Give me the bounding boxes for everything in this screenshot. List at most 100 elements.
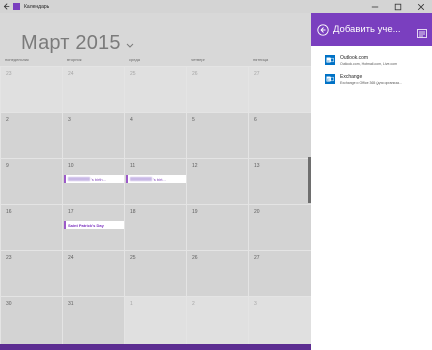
day-cell[interactable]: 9 xyxy=(0,158,62,204)
maximize-icon xyxy=(394,3,401,10)
day-number: 13 xyxy=(254,163,260,169)
day-number: 1 xyxy=(130,301,133,307)
blurred-contact-name xyxy=(68,177,90,181)
day-number: 24 xyxy=(68,71,74,77)
day-cell[interactable]: 3 xyxy=(248,296,311,344)
day-name: понедельник xyxy=(5,57,29,62)
day-cell[interactable]: 25 xyxy=(124,250,186,296)
back-button[interactable] xyxy=(317,23,329,36)
day-cell[interactable]: 17 Saint Patrick's Day xyxy=(62,204,124,250)
calendar-grid: 23 24 25 26 27 2 3 4 5 6 9 10 's birth..… xyxy=(0,66,311,344)
day-number: 16 xyxy=(6,209,12,215)
panel-header: Добавить уче... xyxy=(311,13,432,46)
close-icon xyxy=(417,3,424,10)
holiday-event[interactable]: Saint Patrick's Day xyxy=(64,221,124,229)
back-arrow-icon[interactable] xyxy=(1,2,11,12)
day-cell[interactable]: 30 xyxy=(0,296,62,344)
day-number: 27 xyxy=(254,255,260,261)
panel-title: Добавить уче... xyxy=(333,24,401,35)
day-number: 10 xyxy=(68,163,74,169)
day-cell[interactable]: 16 xyxy=(0,204,62,250)
minimize-icon xyxy=(371,6,378,7)
account-description: Outlook.com, Hotmail.com, Live.com xyxy=(340,62,397,66)
day-cell[interactable]: 2 xyxy=(0,112,62,158)
day-number: 31 xyxy=(68,301,74,307)
close-button[interactable] xyxy=(409,0,432,13)
settings-icon[interactable] xyxy=(417,25,427,38)
day-number: 24 xyxy=(68,255,74,261)
minimize-button[interactable] xyxy=(363,0,386,13)
day-cell[interactable]: 5 xyxy=(186,112,248,158)
day-cell[interactable]: 4 xyxy=(124,112,186,158)
window-title: Календарь xyxy=(24,3,50,10)
day-cell[interactable]: 23 xyxy=(0,250,62,296)
exchange-icon: E xyxy=(325,74,335,84)
birthday-event[interactable]: 's birt... xyxy=(126,175,186,183)
day-cell[interactable]: 11 's birt... xyxy=(124,158,186,204)
day-cell[interactable]: 2 xyxy=(186,296,248,344)
event-label: 's birt... xyxy=(153,176,166,182)
blurred-contact-name xyxy=(130,177,152,181)
day-name: среда xyxy=(129,57,140,62)
account-option-outlook[interactable]: o Outlook.com Outlook.com, Hotmail.com, … xyxy=(325,55,426,66)
day-cell[interactable]: 24 xyxy=(62,66,124,112)
day-number: 2 xyxy=(6,117,9,123)
maximize-button[interactable] xyxy=(386,0,409,13)
day-name: вторник xyxy=(67,57,82,62)
month-title: Март 2015 xyxy=(21,32,121,54)
day-number: 26 xyxy=(192,71,198,77)
day-cell[interactable]: 23 xyxy=(0,66,62,112)
day-number: 23 xyxy=(6,255,12,261)
day-number: 9 xyxy=(6,163,9,169)
day-number: 17 xyxy=(68,209,74,215)
day-number: 25 xyxy=(130,71,136,77)
day-name: четверг xyxy=(191,57,205,62)
day-number: 19 xyxy=(192,209,198,215)
day-cell[interactable]: 27 xyxy=(248,66,311,112)
day-number: 5 xyxy=(192,117,195,123)
outlook-icon: o xyxy=(325,55,335,65)
day-cell[interactable]: 24 xyxy=(62,250,124,296)
account-name: Outlook.com xyxy=(340,55,369,61)
account-name: Exchange xyxy=(340,74,363,80)
add-account-panel: Добавить уче... o Outlook.com Outlook.co… xyxy=(311,13,432,350)
day-name: пятница xyxy=(253,57,269,62)
window-titlebar: Календарь xyxy=(0,0,432,13)
birthday-event[interactable]: 's birth... xyxy=(64,175,124,183)
day-number: 2 xyxy=(192,301,195,307)
day-cell[interactable]: 31 xyxy=(62,296,124,344)
day-cell[interactable]: 1 xyxy=(124,296,186,344)
day-cell[interactable]: 20 xyxy=(248,204,311,250)
day-number: 4 xyxy=(130,117,133,123)
day-number: 6 xyxy=(254,117,257,123)
month-selector[interactable]: Март 2015 xyxy=(21,32,134,55)
account-description: Exchange и Office 365 (для организа... xyxy=(340,81,402,85)
day-cell[interactable]: 19 xyxy=(186,204,248,250)
day-cell[interactable]: 3 xyxy=(62,112,124,158)
day-number: 30 xyxy=(6,301,12,307)
svg-text:E: E xyxy=(327,77,330,82)
day-cell[interactable]: 13 xyxy=(248,158,311,204)
day-number: 26 xyxy=(192,255,198,261)
day-number: 3 xyxy=(254,301,257,307)
day-number: 20 xyxy=(254,209,260,215)
day-number: 11 xyxy=(130,163,136,169)
day-number: 18 xyxy=(130,209,136,215)
day-cell[interactable]: 25 xyxy=(124,66,186,112)
day-cell[interactable]: 26 xyxy=(186,250,248,296)
day-cell[interactable]: 26 xyxy=(186,66,248,112)
day-cell[interactable]: 12 xyxy=(186,158,248,204)
back-circle-icon xyxy=(317,23,329,36)
day-number: 27 xyxy=(254,71,260,77)
calendar-view: Март 2015 понедельник вторник среда четв… xyxy=(0,13,311,344)
event-label: 's birth... xyxy=(91,176,106,182)
day-number: 12 xyxy=(192,163,198,169)
event-label: Saint Patrick's Day xyxy=(68,222,104,228)
account-option-exchange[interactable]: E Exchange Exchange и Office 365 (для ор… xyxy=(325,74,426,85)
day-cell[interactable]: 10 's birth... xyxy=(62,158,124,204)
day-cell[interactable]: 6 xyxy=(248,112,311,158)
bottom-accent-bar xyxy=(0,344,311,350)
day-cell[interactable]: 18 xyxy=(124,204,186,250)
calendar-app-icon xyxy=(13,3,20,10)
day-cell[interactable]: 27 xyxy=(248,250,311,296)
